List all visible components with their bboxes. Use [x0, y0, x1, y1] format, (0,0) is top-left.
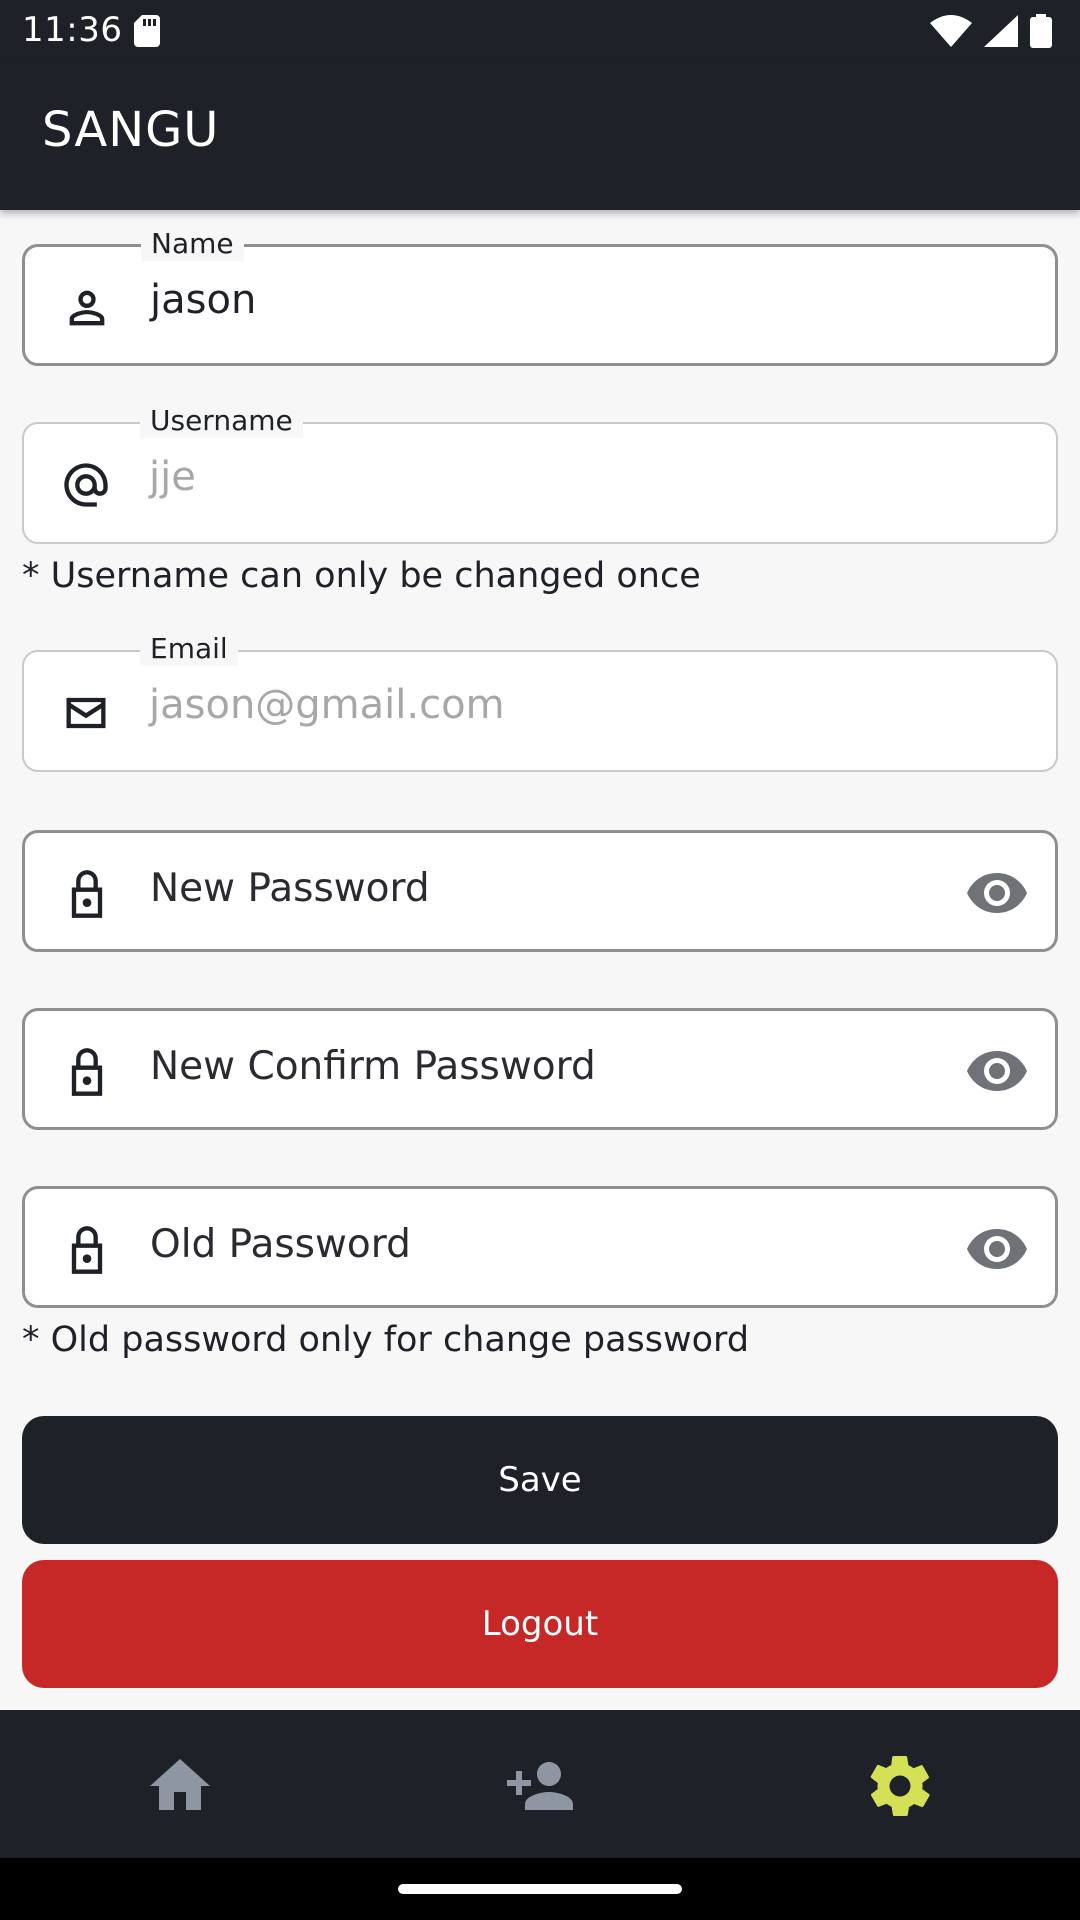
old-password-field[interactable]: Old Password [22, 1186, 1058, 1308]
username-note: * Username can only be changed once [22, 556, 701, 596]
person-icon [69, 290, 105, 326]
confirm-password-placeholder: New Confirm Password [150, 1044, 596, 1089]
email-value: jason@gmail.com [149, 682, 505, 728]
eye-icon[interactable] [967, 1229, 1027, 1269]
person-add-icon[interactable] [500, 1750, 580, 1822]
logout-button[interactable]: Logout [22, 1560, 1058, 1688]
cell-signal-icon [984, 15, 1018, 47]
gear-icon[interactable] [860, 1750, 940, 1822]
lock-icon [71, 1226, 103, 1274]
name-label: Name [141, 227, 244, 261]
app-bar: SANGU [0, 62, 1080, 210]
at-icon [64, 463, 108, 507]
bottom-nav [0, 1710, 1080, 1858]
status-time: 11:36 [22, 10, 123, 50]
wifi-icon [930, 15, 972, 47]
email-label: Email [140, 632, 238, 666]
email-field: Email jason@gmail.com [22, 632, 1058, 772]
status-bar: 11:36 [0, 0, 1080, 62]
username-label: Username [140, 404, 303, 438]
gesture-bar [0, 1858, 1080, 1920]
sd-card-icon [134, 15, 160, 47]
eye-icon[interactable] [967, 1051, 1027, 1091]
username-value: jje [149, 454, 196, 500]
name-field[interactable]: Name jason [22, 227, 1058, 366]
new-password-field[interactable]: New Password [22, 830, 1058, 952]
new-password-placeholder: New Password [150, 866, 430, 911]
confirm-password-field[interactable]: New Confirm Password [22, 1008, 1058, 1130]
lock-icon [71, 1048, 103, 1096]
old-password-note: * Old password only for change password [22, 1320, 750, 1360]
lock-icon [71, 870, 103, 918]
eye-icon[interactable] [967, 873, 1027, 913]
app-title: SANGU [42, 102, 220, 158]
save-button[interactable]: Save [22, 1416, 1058, 1544]
old-password-placeholder: Old Password [150, 1222, 411, 1267]
home-icon[interactable] [140, 1750, 220, 1822]
battery-icon [1030, 14, 1052, 48]
username-field: Username jje [22, 404, 1058, 544]
name-value: jason [150, 277, 257, 323]
mail-icon [66, 697, 106, 729]
home-indicator[interactable] [398, 1884, 682, 1894]
